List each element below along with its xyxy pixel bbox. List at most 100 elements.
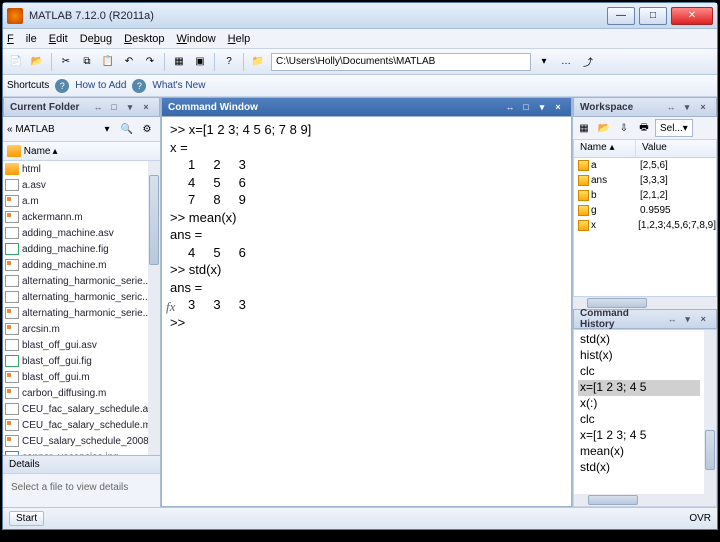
- file-item[interactable]: a.m: [3, 193, 148, 209]
- history-item[interactable]: clc: [578, 412, 700, 428]
- ws-import-icon[interactable]: ⇩: [615, 119, 633, 137]
- file-scrollbar[interactable]: [148, 161, 160, 455]
- ws-col-value[interactable]: Value: [636, 140, 673, 157]
- menu-help[interactable]: Help: [228, 33, 251, 45]
- folder-breadcrumb[interactable]: « MATLAB: [7, 124, 96, 135]
- cmd-close-icon[interactable]: ×: [551, 100, 565, 114]
- workspace-var[interactable]: x[1,2,3;4,5,6;7,8,9]: [574, 218, 716, 233]
- ws-select[interactable]: Sel... ▾: [655, 119, 693, 137]
- ws-close-icon[interactable]: ×: [696, 100, 710, 114]
- file-item[interactable]: adding_machine.asv: [3, 225, 148, 241]
- ws-col-name[interactable]: Name ▴: [574, 140, 636, 157]
- hist-close-icon[interactable]: ×: [696, 312, 710, 326]
- menu-file[interactable]: File: [7, 33, 37, 45]
- cut-icon[interactable]: ✂: [57, 53, 75, 71]
- crumb-dropdown-icon[interactable]: ▾: [98, 120, 116, 138]
- history-item[interactable]: std(x): [578, 460, 700, 476]
- help-icon[interactable]: ?: [220, 53, 238, 71]
- start-button[interactable]: Start: [9, 511, 44, 526]
- address-dropdown-icon[interactable]: ▾: [535, 53, 553, 71]
- guide-icon[interactable]: ▣: [191, 53, 209, 71]
- history-item[interactable]: hist(x): [578, 348, 700, 364]
- command-window-header[interactable]: Command Window ↔ □ ▾ ×: [161, 97, 572, 117]
- close-panel-icon[interactable]: ×: [139, 100, 153, 114]
- simulink-icon[interactable]: ▦: [170, 53, 188, 71]
- open-icon[interactable]: 📂: [28, 53, 46, 71]
- file-item[interactable]: alternating_harmonic_serie...: [3, 305, 148, 321]
- ws-print-icon[interactable]: 🖶: [635, 119, 653, 137]
- menu-icon[interactable]: ▾: [123, 100, 137, 114]
- details-header[interactable]: Details: [3, 456, 160, 474]
- close-button[interactable]: ✕: [671, 7, 713, 25]
- cmd-undock-icon[interactable]: ↔: [503, 100, 517, 114]
- file-item[interactable]: ackermann.m: [3, 209, 148, 225]
- file-item[interactable]: CEU_fac_salary_schedule.m: [3, 417, 148, 433]
- file-item[interactable]: html: [3, 161, 148, 177]
- paste-icon[interactable]: 📋: [99, 53, 117, 71]
- folder-up-icon[interactable]: 📁: [249, 53, 267, 71]
- file-item[interactable]: arcsin.m: [3, 321, 148, 337]
- address-bar[interactable]: C:\Users\Holly\Documents\MATLAB: [271, 53, 531, 71]
- copy-icon[interactable]: ⧉: [78, 53, 96, 71]
- minimize-button[interactable]: —: [607, 7, 635, 25]
- file-item[interactable]: adding_machine.m: [3, 257, 148, 273]
- ws-new-icon[interactable]: ▦: [575, 119, 593, 137]
- ws-menu-icon[interactable]: ▾: [680, 100, 694, 114]
- file-item[interactable]: blast_off_gui.fig: [3, 353, 148, 369]
- history-item[interactable]: mean(x): [578, 444, 700, 460]
- file-item[interactable]: CEU_salary_schedule_2008...: [3, 433, 148, 449]
- file-item[interactable]: blast_off_gui.m: [3, 369, 148, 385]
- hist-undock-icon[interactable]: ↔: [665, 312, 679, 326]
- workspace-var[interactable]: g0.9595: [574, 203, 716, 218]
- ws-hscroll[interactable]: [573, 297, 717, 309]
- menu-edit[interactable]: Edit: [49, 33, 68, 45]
- fx-icon[interactable]: fx: [166, 298, 175, 316]
- file-item[interactable]: alternating_harmonic_seric...: [3, 289, 148, 305]
- undock-icon[interactable]: ↔: [91, 100, 105, 114]
- current-folder-header[interactable]: Current Folder ↔ □ ▾ ×: [3, 97, 160, 117]
- menu-desktop[interactable]: Desktop: [124, 33, 164, 45]
- workspace-var[interactable]: b[2,1,2]: [574, 188, 716, 203]
- redo-icon[interactable]: ↷: [141, 53, 159, 71]
- gear-icon[interactable]: ⚙: [138, 120, 156, 138]
- command-window[interactable]: fx >> x=[1 2 3; 4 5 6; 7 8 9]x = 1 2 3 4…: [161, 117, 572, 507]
- minimize-panel-icon[interactable]: □: [107, 100, 121, 114]
- undo-icon[interactable]: ↶: [120, 53, 138, 71]
- history-header[interactable]: Command History ↔ ▾ ×: [573, 309, 717, 329]
- history-item[interactable]: clc: [578, 364, 700, 380]
- file-item[interactable]: copper_vacancies.jpg: [3, 449, 148, 455]
- maximize-button[interactable]: □: [639, 7, 667, 25]
- name-column-header[interactable]: Name: [24, 146, 51, 157]
- hist-vscroll[interactable]: [704, 330, 716, 506]
- menu-window[interactable]: Window: [177, 33, 216, 45]
- workspace-header[interactable]: Workspace ↔ ▾ ×: [573, 97, 717, 117]
- cmd-menu-icon[interactable]: ▾: [535, 100, 549, 114]
- cmd-min-icon[interactable]: □: [519, 100, 533, 114]
- history-item[interactable]: std(x): [578, 332, 700, 348]
- history-item[interactable]: x(:): [578, 396, 700, 412]
- browse-icon[interactable]: …: [557, 53, 575, 71]
- workspace-var[interactable]: a[2,5,6]: [574, 158, 716, 173]
- howto-icon[interactable]: ?: [55, 79, 69, 93]
- menu-debug[interactable]: Debug: [80, 33, 112, 45]
- whatsnew-link[interactable]: What's New: [152, 80, 205, 91]
- titlebar[interactable]: MATLAB 7.12.0 (R2011a) — □ ✕: [3, 3, 717, 29]
- ws-undock-icon[interactable]: ↔: [664, 100, 678, 114]
- ws-open-icon[interactable]: 📂: [595, 119, 613, 137]
- file-item[interactable]: CEU_fac_salary_schedule.asv: [3, 401, 148, 417]
- workspace-var[interactable]: ans[3,3,3]: [574, 173, 716, 188]
- whatsnew-icon[interactable]: ?: [132, 79, 146, 93]
- hist-menu-icon[interactable]: ▾: [681, 312, 695, 326]
- file-item[interactable]: blast_off_gui.asv: [3, 337, 148, 353]
- history-item[interactable]: x=[1 2 3; 4 5: [578, 428, 700, 444]
- file-item[interactable]: alternating_harmonic_serie...: [3, 273, 148, 289]
- file-item[interactable]: carbon_diffusing.m: [3, 385, 148, 401]
- howto-link[interactable]: How to Add: [75, 80, 126, 91]
- file-item[interactable]: a.asv: [3, 177, 148, 193]
- new-icon[interactable]: 📄: [7, 53, 25, 71]
- sort-asc-icon[interactable]: ▴: [52, 146, 57, 157]
- file-item[interactable]: adding_machine.fig: [3, 241, 148, 257]
- history-item[interactable]: x=[1 2 3; 4 5: [578, 380, 700, 396]
- hist-hscroll[interactable]: [574, 494, 704, 506]
- parent-folder-icon[interactable]: ⤴: [579, 53, 597, 71]
